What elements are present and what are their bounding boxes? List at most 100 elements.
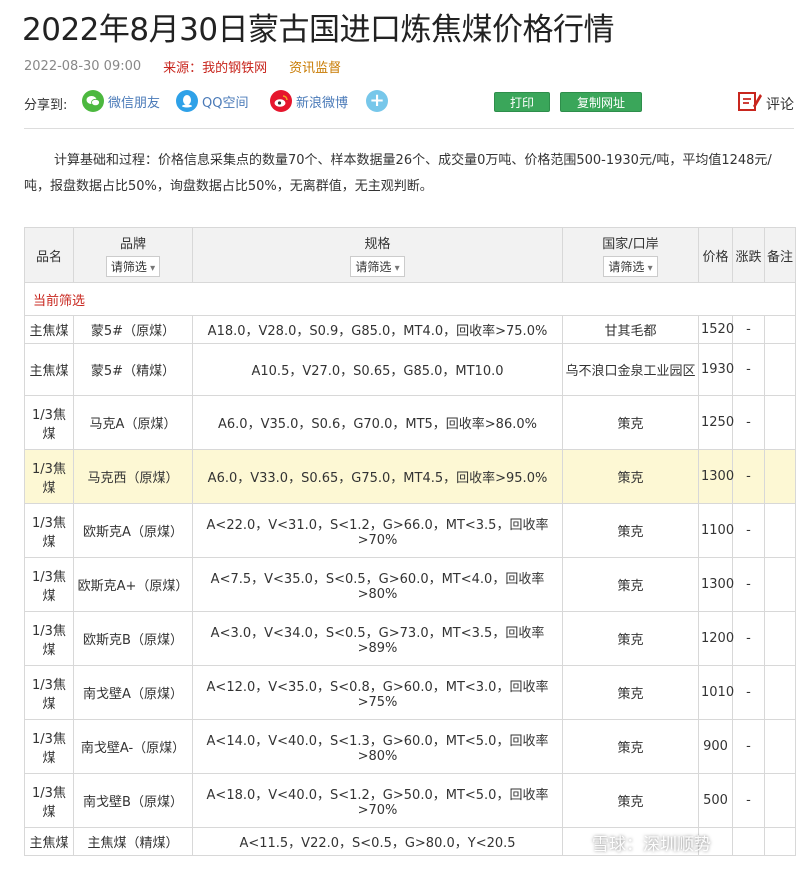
cell-note bbox=[764, 503, 796, 558]
cell-origin: 策克 bbox=[562, 773, 699, 828]
table-row: 1/3焦煤 南戈壁B（原煤） A<18.0，V<40.0，S<1.2，G>50.0，… bbox=[24, 773, 796, 828]
cell-origin: 策克 bbox=[562, 449, 699, 504]
copy-url-button[interactable]: 复制网址 bbox=[560, 92, 642, 112]
table-row: 1/3焦煤 南戈壁A（原煤） A<12.0，V<35.0，S<0.8，G>60.0，… bbox=[24, 665, 796, 720]
page-title: 2022年8月30日蒙古国进口炼焦煤价格行情 bbox=[22, 12, 615, 48]
cell-note bbox=[764, 827, 796, 856]
cell-price: 1200 bbox=[698, 611, 734, 666]
cell-note bbox=[764, 395, 796, 450]
current-filter-label: 当前筛选 bbox=[24, 282, 796, 316]
cell-change: - bbox=[732, 773, 765, 828]
cell-price: 1930 bbox=[698, 343, 734, 396]
cell-name: 1/3焦煤 bbox=[24, 719, 74, 774]
cell-brand: 南戈壁B（原煤） bbox=[73, 773, 193, 828]
cell-spec: A<14.0，V<40.0，S<1.3，G>60.0，MT<5.0，回收率>80… bbox=[192, 719, 563, 774]
share-qq-label: QQ空间 bbox=[202, 95, 249, 111]
brand-filter-dropdown[interactable]: 请筛选 bbox=[105, 256, 161, 277]
cell-brand: 南戈壁A（原煤） bbox=[73, 665, 193, 720]
cell-name: 主焦煤 bbox=[24, 315, 74, 344]
table-row: 1/3焦煤 马克A（原煤） A6.0，V35.0，S0.6，G70.0，MT5，回收… bbox=[24, 395, 796, 450]
comment-icon bbox=[737, 90, 763, 118]
cell-price: 1250 bbox=[698, 395, 734, 450]
share-weibo-button[interactable]: 新浪微博 bbox=[270, 90, 348, 112]
cell-name: 主焦煤 bbox=[24, 827, 74, 856]
share-wechat-button[interactable]: 微信朋友 bbox=[82, 90, 160, 112]
weibo-icon bbox=[270, 90, 292, 112]
cell-spec: A<3.0，V<34.0，S<0.5，G>73.0，MT<3.5，回收率>89% bbox=[192, 611, 563, 666]
cell-brand: 蒙5#（精煤） bbox=[73, 343, 193, 396]
cell-note bbox=[764, 557, 796, 612]
cell-brand: 蒙5#（原煤） bbox=[73, 315, 193, 344]
cell-note bbox=[764, 315, 796, 344]
table-row: 主焦煤 蒙5#（精煤） A10.5，V27.0，S0.65，G85.0，MT10.0… bbox=[24, 343, 796, 396]
cell-spec: A6.0，V33.0，S0.65，G75.0，MT4.5，回收率>95.0% bbox=[192, 449, 563, 504]
cell-origin: 策克 bbox=[562, 611, 699, 666]
cell-brand: 马克西（原煤） bbox=[73, 449, 193, 504]
audit-link[interactable]: 资讯监督 bbox=[289, 57, 341, 76]
cell-name: 1/3焦煤 bbox=[24, 611, 74, 666]
share-weibo-label: 新浪微博 bbox=[296, 95, 349, 111]
cell-note bbox=[764, 719, 796, 774]
cell-change: - bbox=[732, 503, 765, 558]
cell-price: 500 bbox=[698, 773, 733, 828]
cell-name: 1/3焦煤 bbox=[24, 557, 74, 612]
cell-price: 900 bbox=[698, 719, 733, 774]
cell-note bbox=[764, 665, 796, 720]
cell-name: 主焦煤 bbox=[24, 343, 74, 396]
table-row: 1/3焦煤 欧斯克B（原煤） A<3.0，V<34.0，S<0.5，G>73.0，M… bbox=[24, 611, 796, 666]
share-more-button[interactable]: + bbox=[366, 90, 388, 112]
col-header-price: 价格 bbox=[698, 227, 733, 283]
cell-spec: A<11.5，V22.0，S<0.5，G>80.0，Y<20.5 bbox=[192, 827, 563, 856]
cell-change: - bbox=[732, 719, 765, 774]
share-qq-button[interactable]: QQ空间 bbox=[176, 90, 248, 112]
cell-origin: 乌不浪口金泉工业园区 bbox=[562, 343, 699, 396]
col-header-name: 品名 bbox=[24, 227, 74, 283]
cell-origin: 策克 bbox=[562, 665, 699, 720]
plus-icon: + bbox=[366, 90, 388, 112]
cell-price: 1100 bbox=[698, 503, 734, 558]
cell-change: - bbox=[732, 557, 765, 612]
cell-price: 1520 bbox=[698, 315, 734, 344]
cell-brand: 欧斯克A+（原煤） bbox=[73, 557, 193, 612]
table-row: 1/3焦煤 欧斯克A（原煤） A<22.0，V<31.0，S<1.2，G>66.0，… bbox=[24, 503, 796, 558]
print-button[interactable]: 打印 bbox=[494, 92, 550, 112]
col-header-brand: 品牌 请筛选 bbox=[73, 227, 193, 283]
comment-label: 评论 bbox=[766, 97, 794, 113]
table-row: 主焦煤 蒙5#（原煤） A18.0，V28.0，S0.9，G85.0，MT4.0，回… bbox=[24, 315, 796, 344]
comment-button[interactable]: 评论 bbox=[737, 90, 794, 118]
cell-brand: 南戈壁A-（原煤） bbox=[73, 719, 193, 774]
price-table: 品名 品牌 请筛选 规格 请筛选 国家/口岸 请筛选 价格 涨跌 备注 当前筛选… bbox=[24, 227, 796, 856]
cell-note bbox=[764, 343, 796, 396]
cell-spec: A<22.0，V<31.0，S<1.2，G>66.0，MT<3.5，回收率>70… bbox=[192, 503, 563, 558]
table-row: 1/3焦煤 欧斯克A+（原煤） A<7.5，V<35.0，S<0.5，G>60.0，… bbox=[24, 557, 796, 612]
wechat-icon bbox=[82, 90, 104, 112]
origin-filter-dropdown[interactable]: 请筛选 bbox=[603, 256, 658, 277]
cell-change: - bbox=[732, 611, 765, 666]
footer-watermark: 雪球：深圳顺势 bbox=[592, 835, 711, 855]
cell-origin: 策克 bbox=[562, 503, 699, 558]
share-wechat-label: 微信朋友 bbox=[108, 95, 161, 111]
cell-change: - bbox=[732, 315, 765, 344]
cell-brand: 欧斯克A（原煤） bbox=[73, 503, 193, 558]
cell-note bbox=[764, 773, 796, 828]
cell-name: 1/3焦煤 bbox=[24, 449, 74, 504]
cell-price: 1300 bbox=[698, 449, 734, 504]
cell-spec: A<18.0，V<40.0，S<1.2，G>50.0，MT<5.0，回收率>70… bbox=[192, 773, 563, 828]
table-row: 1/3焦煤 马克西（原煤） A6.0，V33.0，S0.65，G75.0，MT4.5… bbox=[24, 449, 796, 504]
source-link[interactable]: 来源：我的钢铁网 bbox=[163, 57, 267, 76]
cell-change: - bbox=[732, 395, 765, 450]
table-row: 1/3焦煤 南戈壁A-（原煤） A<14.0，V<40.0，S<1.3，G>60.0… bbox=[24, 719, 796, 774]
cell-name: 1/3焦煤 bbox=[24, 665, 74, 720]
cell-price: 1300 bbox=[698, 557, 734, 612]
current-filter-row: 当前筛选 bbox=[24, 282, 796, 316]
cell-spec: A<12.0，V<35.0，S<0.8，G>60.0，MT<3.0，回收率>75… bbox=[192, 665, 563, 720]
cell-brand: 马克A（原煤） bbox=[73, 395, 193, 450]
cell-change: - bbox=[732, 343, 765, 396]
col-header-change: 涨跌 bbox=[732, 227, 765, 283]
col-header-note: 备注 bbox=[764, 227, 796, 283]
cell-change: - bbox=[732, 665, 765, 720]
col-header-spec: 规格 请筛选 bbox=[192, 227, 563, 283]
spec-filter-dropdown[interactable]: 请筛选 bbox=[350, 256, 405, 277]
cell-origin: 策克 bbox=[562, 557, 699, 612]
cell-brand: 主焦煤（精煤） bbox=[73, 827, 193, 856]
